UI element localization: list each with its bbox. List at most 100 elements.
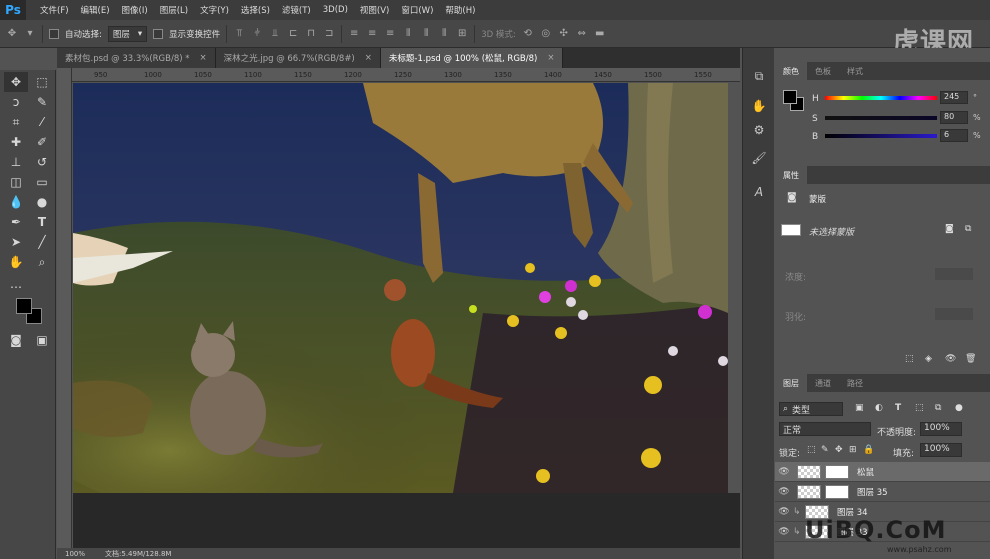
tab-styles[interactable]: 样式 <box>839 62 871 80</box>
distribute-right-icon[interactable]: ⦀ <box>438 28 450 40</box>
tab-document-2[interactable]: 深林之光.jpg @ 66.7%(RGB/8#) × <box>215 48 381 68</box>
delete-icon[interactable]: 🗑 <box>965 354 976 364</box>
density-input[interactable] <box>935 268 973 280</box>
layer-mask-thumbnail[interactable] <box>825 464 849 479</box>
align-right-icon[interactable]: ⊐ <box>323 28 335 40</box>
history-panel-icon[interactable]: ⧉ <box>749 66 769 86</box>
brush-tool-icon[interactable]: ✐ <box>30 132 54 152</box>
history-brush-icon[interactable]: ↺ <box>30 152 54 172</box>
crop-tool-icon[interactable]: ⌗ <box>4 112 28 132</box>
menu-help[interactable]: 帮助(H) <box>439 4 481 16</box>
align-bottom-icon[interactable]: ⫫ <box>269 28 281 40</box>
menu-window[interactable]: 窗口(W) <box>395 4 439 16</box>
document-info[interactable]: 文档:5.49M/128.8M <box>105 549 171 559</box>
filter-pixel-icon[interactable]: ▣ <box>855 403 864 413</box>
actions-panel-icon[interactable]: ✋ <box>749 96 769 116</box>
lock-transparent-icon[interactable]: ⬚ <box>807 445 816 455</box>
tab-paths[interactable]: 路径 <box>839 374 871 392</box>
quick-mask-icon[interactable]: ◙ <box>4 330 28 350</box>
lock-paint-icon[interactable]: ✎ <box>821 445 829 455</box>
select-mask-icon[interactable]: ◙ <box>945 224 954 234</box>
visibility-icon[interactable]: 👁 <box>945 354 956 364</box>
eye-icon[interactable]: 👁 <box>775 487 793 497</box>
3d-slide-icon[interactable]: ⇔ <box>576 28 588 40</box>
menu-edit[interactable]: 编辑(E) <box>75 4 116 16</box>
distribute-vcenter-icon[interactable]: ≡ <box>366 28 378 40</box>
line-tool-icon[interactable]: ╱ <box>30 232 54 252</box>
menu-file[interactable]: 文件(F) <box>34 4 75 16</box>
distribute-top-icon[interactable]: ≡ <box>348 28 360 40</box>
filter-type-icon[interactable]: T <box>895 403 901 413</box>
marquee-tool-icon[interactable]: ⬚ <box>30 72 54 92</box>
blend-mode-dropdown[interactable]: 正常 <box>779 422 871 436</box>
tab-document-3[interactable]: 未标题-1.psd @ 100% (松鼠, RGB/8) × <box>380 48 564 68</box>
menu-image[interactable]: 图像(I) <box>116 4 154 16</box>
distribute-bottom-icon[interactable]: ≡ <box>384 28 396 40</box>
character-panel-icon[interactable]: A <box>749 182 769 202</box>
zoom-tool-icon[interactable]: ⌕ <box>30 252 54 272</box>
color-foreground-swatch[interactable] <box>783 90 797 104</box>
auto-select-checkbox[interactable] <box>49 28 59 39</box>
menu-view[interactable]: 视图(V) <box>354 4 395 16</box>
eye-icon[interactable]: 👁 <box>775 467 793 477</box>
auto-select-dropdown[interactable]: 图层 ▾ <box>107 25 148 42</box>
filter-adjust-icon[interactable]: ◐ <box>875 403 883 413</box>
layer-row[interactable]: 👁 图层 35 <box>775 482 990 502</box>
tab-layers[interactable]: 图层 <box>775 374 807 392</box>
layer-mask-thumbnail[interactable] <box>825 484 849 499</box>
properties-title[interactable]: 属性 <box>775 166 807 184</box>
fill-input[interactable]: 100% <box>920 443 962 457</box>
blur-tool-icon[interactable]: 💧 <box>4 192 28 212</box>
filter-toggle-icon[interactable]: ● <box>955 403 963 413</box>
show-transform-checkbox[interactable] <box>153 28 164 39</box>
align-left-icon[interactable]: ⊏ <box>287 28 299 40</box>
layer-name[interactable]: 图层 35 <box>857 486 888 498</box>
layer-name[interactable]: 松鼠 <box>857 466 874 478</box>
3d-roll-icon[interactable]: ◎ <box>540 28 552 40</box>
tab-document-1[interactable]: 素材包.psd @ 33.3%(RGB/8) * × <box>57 48 216 68</box>
3d-rotate-icon[interactable]: ⟲ <box>522 28 534 40</box>
filter-shape-icon[interactable]: ⬚ <box>915 403 924 413</box>
zoom-level[interactable]: 100% <box>65 550 85 558</box>
menu-layer[interactable]: 图层(L) <box>154 4 194 16</box>
feather-input[interactable] <box>935 308 973 320</box>
hue-slider[interactable] <box>825 96 937 100</box>
eye-icon[interactable]: 👁 <box>775 527 793 537</box>
lock-all-icon[interactable]: 🔒 <box>863 445 874 455</box>
chevron-down-icon[interactable]: ▾ <box>24 28 36 40</box>
apply-mask-icon[interactable]: ◈ <box>925 354 932 364</box>
lasso-tool-icon[interactable]: ↄ <box>4 92 28 112</box>
vector-mask-icon[interactable]: ⧉ <box>965 224 971 234</box>
menu-filter[interactable]: 滤镜(T) <box>276 4 317 16</box>
3d-pan-icon[interactable]: ✣ <box>558 28 570 40</box>
align-top-icon[interactable]: ⫪ <box>233 28 245 40</box>
load-selection-icon[interactable]: ⬚ <box>905 354 914 364</box>
eye-icon[interactable]: 👁 <box>775 507 793 517</box>
type-tool-icon[interactable]: T <box>30 212 54 232</box>
stamp-tool-icon[interactable]: ⊥ <box>4 152 28 172</box>
close-icon[interactable]: × <box>200 53 207 63</box>
quick-select-tool-icon[interactable]: ✎ <box>30 92 54 112</box>
brightness-slider[interactable] <box>825 134 937 138</box>
3d-scale-icon[interactable]: ▬ <box>594 28 606 40</box>
tab-channels[interactable]: 通道 <box>807 374 839 392</box>
path-select-icon[interactable]: ➤ <box>4 232 28 252</box>
align-vcenter-icon[interactable]: ⫩ <box>251 28 263 40</box>
gradient-tool-icon[interactable]: ▭ <box>30 172 54 192</box>
saturation-slider[interactable] <box>825 116 937 120</box>
lock-move-icon[interactable]: ✥ <box>835 445 843 455</box>
move-tool-icon[interactable]: ✥ <box>6 28 18 40</box>
eraser-tool-icon[interactable]: ◫ <box>4 172 28 192</box>
move-tool-icon[interactable]: ✥ <box>4 72 28 92</box>
canvas-artwork[interactable] <box>73 83 728 493</box>
hue-input[interactable]: 245 <box>940 91 968 104</box>
dodge-tool-icon[interactable]: ● <box>30 192 54 212</box>
lock-artboard-icon[interactable]: ⊞ <box>849 445 857 455</box>
layer-row[interactable]: 👁 松鼠 <box>775 462 990 482</box>
brush-presets-icon[interactable]: 🖌 <box>749 148 769 168</box>
auto-align-icon[interactable]: ⊞ <box>456 28 468 40</box>
filter-smart-icon[interactable]: ⧉ <box>935 403 941 413</box>
healing-brush-icon[interactable]: ✚ <box>4 132 28 152</box>
menu-type[interactable]: 文字(Y) <box>194 4 235 16</box>
screen-mode-icon[interactable]: ▣ <box>30 330 54 350</box>
